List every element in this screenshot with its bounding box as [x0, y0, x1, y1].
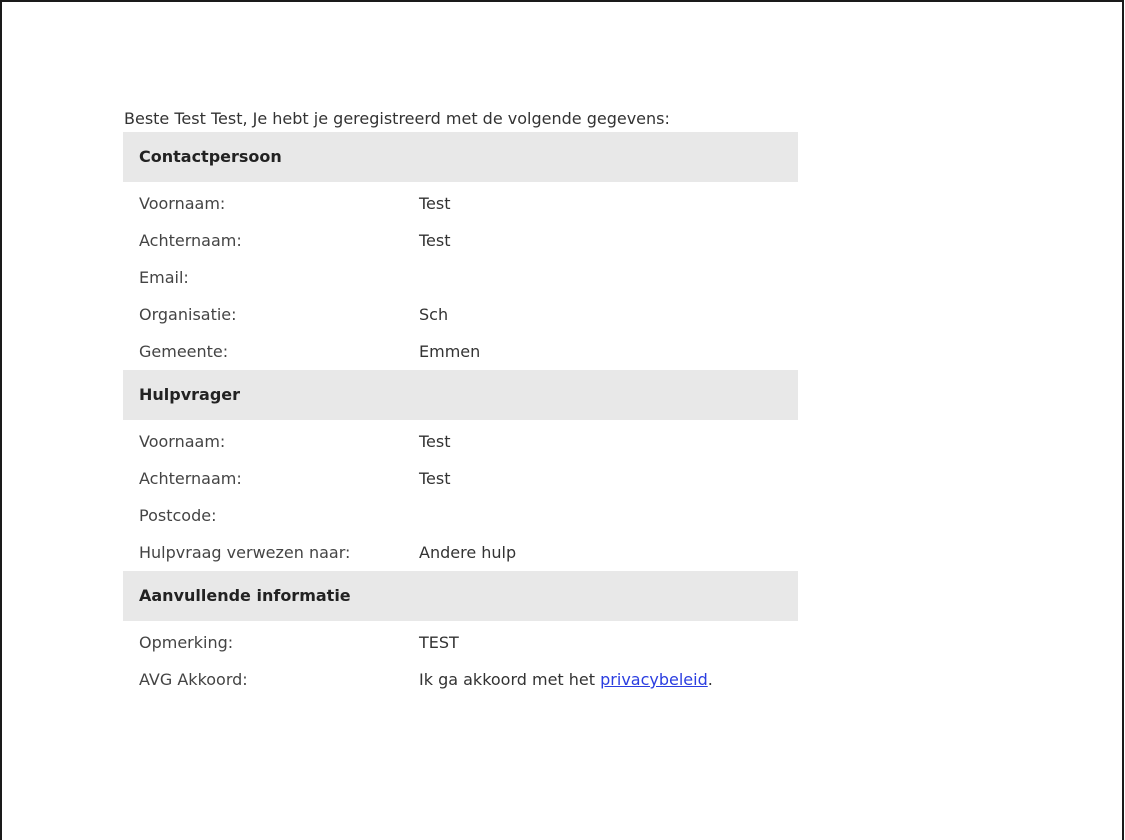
table-row: Organisatie: Sch [123, 296, 803, 333]
table-row: Voornaam: Test [123, 185, 803, 222]
field-label: Achternaam: [139, 469, 242, 488]
field-label: Organisatie: [139, 305, 237, 324]
field-label: Voornaam: [139, 432, 226, 451]
table-row: Email: [123, 259, 803, 296]
field-label: Opmerking: [139, 633, 234, 652]
field-value: Andere hulp [419, 543, 517, 562]
table-row: Opmerking: TEST [123, 624, 803, 661]
table-row: AVG Akkoord: Ik ga akkoord met het priva… [123, 661, 803, 698]
field-label: Achternaam: [139, 231, 242, 250]
field-value: TEST [419, 633, 459, 652]
field-value: Test [419, 231, 451, 250]
field-label: Postcode: [139, 506, 217, 525]
field-label: Voornaam: [139, 194, 226, 213]
field-label: Email: [139, 268, 189, 287]
table-row: Postcode: [123, 497, 803, 534]
field-value: Emmen [419, 342, 481, 361]
section-header-aanvullende-informatie: Aanvullende informatie [123, 571, 798, 621]
field-value: Test [419, 194, 451, 213]
field-value: Ik ga akkoord met het privacybeleid. [419, 661, 713, 698]
field-label: AVG Akkoord: [139, 670, 248, 689]
field-value: Test [419, 432, 451, 451]
section-header-hulpvrager: Hulpvrager [123, 370, 798, 420]
table-row: Gemeente: Emmen [123, 333, 803, 370]
table-row: Achternaam: Test [123, 222, 803, 259]
table-row: Achternaam: Test [123, 460, 803, 497]
field-value: Sch [419, 305, 449, 324]
registration-summary: Beste Test Test, Je hebt je geregistreer… [123, 106, 803, 698]
field-label: Hulpvraag verwezen naar: [139, 543, 351, 562]
table-row: Voornaam: Test [123, 423, 803, 460]
table-row: Hulpvraag verwezen naar: Andere hulp [123, 534, 803, 571]
avg-prefix-text: Ik ga akkoord met het [419, 670, 601, 689]
privacybeleid-link[interactable]: privacybeleid [600, 670, 708, 689]
avg-suffix-text: . [707, 670, 713, 689]
field-value: Test [419, 469, 451, 488]
section-header-contactpersoon: Contactpersoon [123, 132, 798, 182]
field-label: Gemeente: [139, 342, 229, 361]
intro-text: Beste Test Test, Je hebt je geregistreer… [124, 109, 670, 128]
